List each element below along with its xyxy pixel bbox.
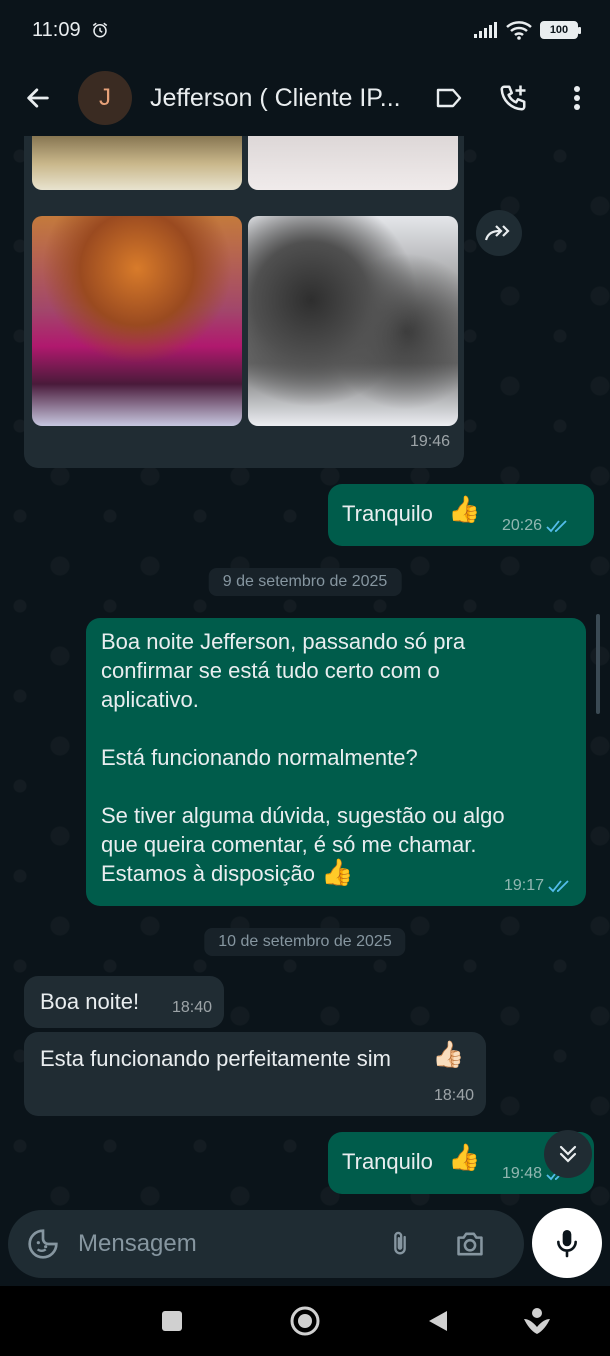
read-ticks-icon <box>546 519 567 532</box>
assistant-icon <box>524 1308 550 1334</box>
message-text: Tranquilo <box>342 501 433 526</box>
scroll-to-bottom-button[interactable] <box>544 1130 592 1178</box>
photo-thumbnail[interactable] <box>248 216 458 426</box>
date-separator: 9 de setembro de 2025 <box>208 568 402 596</box>
mic-icon <box>557 1230 577 1258</box>
recents-button[interactable] <box>150 1299 194 1343</box>
photo-album-message[interactable]: 19:46 <box>24 136 464 468</box>
back-button[interactable] <box>8 68 68 128</box>
chat-area[interactable]: 19:46 Tranquilo 👍 20:26 9 de setembro de… <box>0 136 610 1208</box>
read-ticks-icon <box>548 879 569 892</box>
system-navigation-bar <box>0 1286 610 1356</box>
attach-button[interactable] <box>378 1222 422 1266</box>
alarm-icon <box>92 22 107 38</box>
voice-message-button[interactable] <box>532 1208 602 1278</box>
home-button[interactable] <box>283 1299 327 1343</box>
photo-thumbnail[interactable] <box>32 136 242 190</box>
outgoing-message[interactable]: Tranquilo 👍 20:26 <box>328 484 594 546</box>
label-icon <box>436 88 462 108</box>
photo-thumbnail[interactable] <box>248 136 458 190</box>
sticker-icon <box>28 1229 58 1259</box>
incoming-message[interactable]: Esta funcionando perfeitamente sim 👍🏻 18… <box>24 1032 486 1116</box>
scrollbar[interactable] <box>596 614 600 714</box>
avatar[interactable]: J <box>78 71 132 125</box>
home-circle-icon <box>290 1306 320 1336</box>
more-vert-icon <box>574 86 580 110</box>
message-text: Tranquilo <box>342 1149 433 1174</box>
message-time: 18:40 <box>171 999 212 1016</box>
label-button[interactable] <box>426 75 472 121</box>
incoming-message[interactable]: Boa noite! 18:40 <box>24 976 224 1028</box>
contact-name[interactable]: Jefferson ( Cliente IP... <box>150 84 405 113</box>
thumbs-up-emoji: 👍 <box>448 495 481 525</box>
battery-icon: 100 <box>540 21 581 39</box>
attach-icon <box>394 1231 406 1255</box>
status-time: 11:09 <box>32 18 81 41</box>
add-call-button[interactable] <box>490 75 536 121</box>
message-input[interactable] <box>78 1230 368 1258</box>
back-arrow-icon <box>27 88 49 108</box>
message-time: 18:40 <box>433 1087 474 1104</box>
thumbs-up-emoji: 👍🏻 <box>432 1040 465 1070</box>
sticker-button[interactable] <box>20 1221 66 1267</box>
back-nav-button[interactable] <box>416 1299 460 1343</box>
more-options-button[interactable] <box>554 75 600 121</box>
outgoing-message[interactable]: Boa noite Jefferson, passando só pra con… <box>86 618 586 906</box>
message-composer <box>0 1208 610 1286</box>
camera-icon <box>457 1232 483 1256</box>
message-time: 20:26 <box>502 511 570 540</box>
chat-header: J Jefferson ( Cliente IP... <box>0 60 610 136</box>
signal-icon <box>474 22 497 38</box>
add-call-icon <box>500 85 526 111</box>
recents-square-icon <box>162 1311 182 1331</box>
status-bar: 11:09 100 <box>0 0 610 60</box>
message-text: Boa noite Jefferson, passando só pra con… <box>101 629 505 888</box>
message-text: Boa noite! <box>40 989 140 1014</box>
battery-level: 100 <box>549 24 569 36</box>
message-time: 19:46 <box>409 433 450 450</box>
message-input-container <box>8 1210 524 1278</box>
camera-button[interactable] <box>448 1222 492 1266</box>
thumbs-up-emoji: 👍 <box>321 858 354 888</box>
message-text: Esta funcionando perfeitamente sim <box>40 1046 391 1071</box>
forward-icon <box>484 225 510 241</box>
avatar-initial: J <box>99 84 111 111</box>
assistant-button[interactable] <box>515 1299 559 1343</box>
wifi-icon <box>506 21 532 40</box>
photo-thumbnail[interactable] <box>32 216 242 426</box>
forward-button[interactable] <box>476 210 522 256</box>
thumbs-up-emoji: 👍 <box>448 1143 481 1173</box>
back-triangle-icon <box>429 1311 447 1331</box>
date-separator: 10 de setembro de 2025 <box>204 928 406 956</box>
message-time: 19:17 <box>504 871 572 900</box>
double-chevron-down-icon <box>559 1145 577 1163</box>
